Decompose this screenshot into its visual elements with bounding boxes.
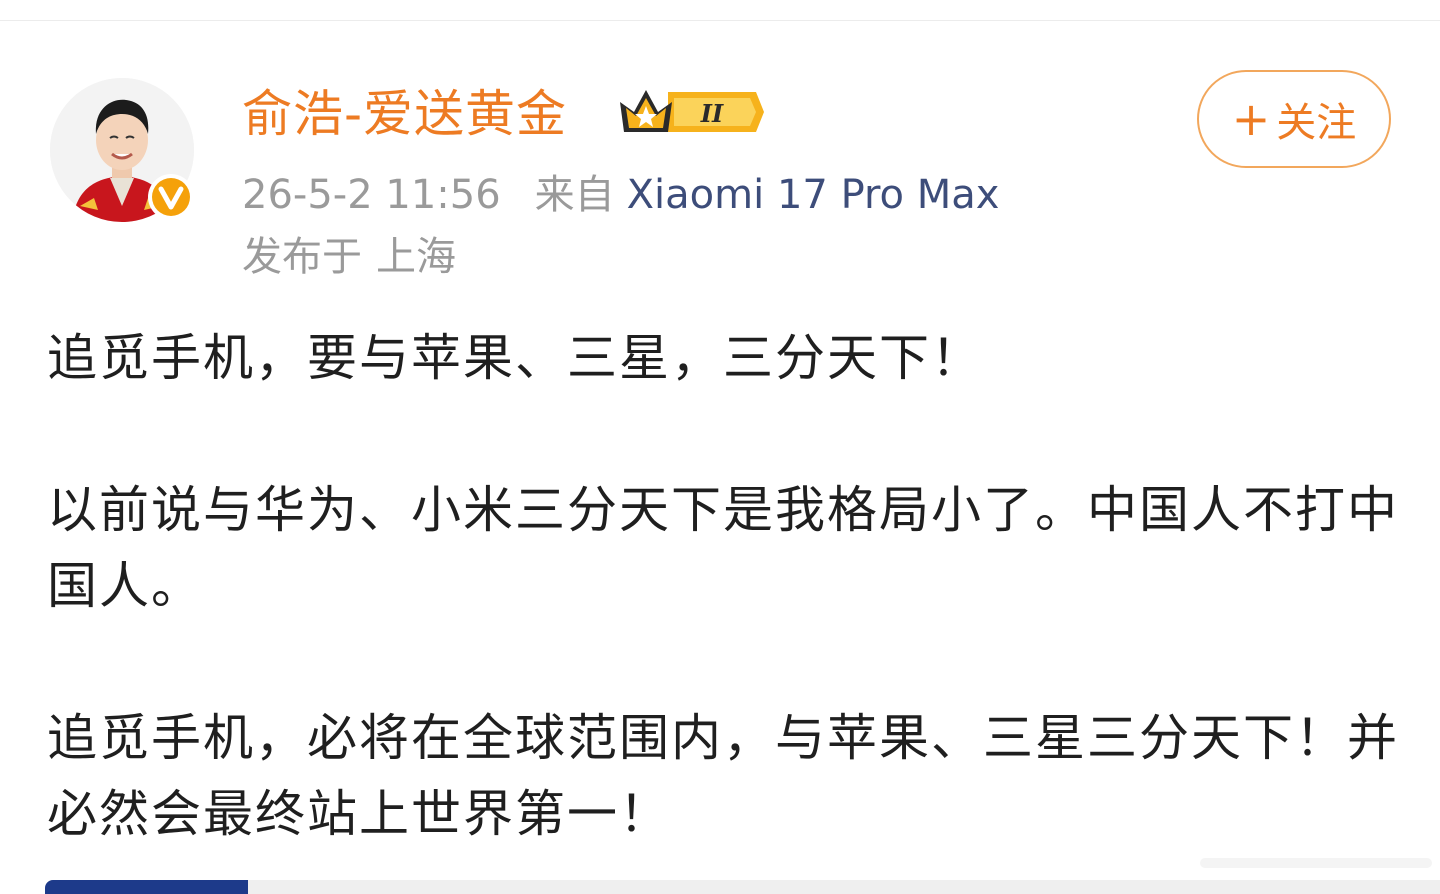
- post-paragraph: 追觅手机，要与苹果、三星，三分天下！: [47, 329, 983, 387]
- attached-image-strip[interactable]: [45, 880, 1440, 894]
- location-name: 上海: [376, 234, 456, 280]
- source-prefix: 来自: [534, 172, 615, 218]
- verified-v-icon: [148, 174, 194, 220]
- weibo-post-page: 俞浩-爱送黄金 II + 关注 26-5-2 11:56 来自 Xiaomi 17 …: [0, 0, 1440, 894]
- post-body: 追觅手机，要与苹果、三星，三分天下！ 以前说与华为、小米三分天下是我格局小了。中…: [47, 320, 1407, 852]
- watermark-icon: [1200, 858, 1432, 868]
- post-paragraph: 追觅手机，必将在全球范围内，与苹果、三星三分天下！并必然会最终站上世界第一！: [47, 709, 1399, 843]
- follow-label: 关注: [1276, 100, 1357, 146]
- plus-icon: +: [1231, 92, 1271, 146]
- post-timestamp: 26-5-2 11:56: [242, 172, 501, 218]
- device-source-link[interactable]: Xiaomi 17 Pro Max: [627, 172, 1000, 218]
- attached-image-thumbnail[interactable]: [45, 880, 248, 894]
- author-name[interactable]: 俞浩-爱送黄金: [242, 82, 567, 146]
- crown-member-badge-icon: II: [620, 90, 764, 132]
- follow-button[interactable]: + 关注: [1197, 70, 1391, 168]
- location-prefix: 发布于: [242, 234, 362, 280]
- post-location: 发布于 上海: [242, 232, 456, 282]
- member-level-text: II: [700, 99, 724, 128]
- post-meta: 26-5-2 11:56 来自 Xiaomi 17 Pro Max: [242, 170, 999, 220]
- top-divider: [0, 0, 1440, 21]
- post-paragraph: 以前说与华为、小米三分天下是我格局小了。中国人不打中国人。: [47, 481, 1399, 615]
